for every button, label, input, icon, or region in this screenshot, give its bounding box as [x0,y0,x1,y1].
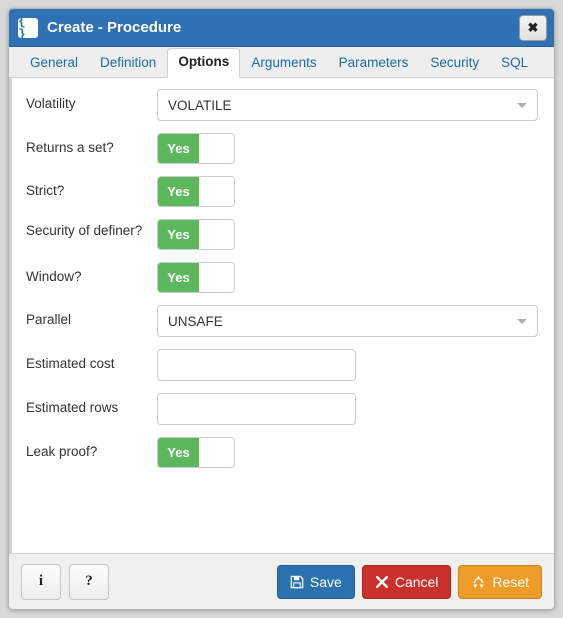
tab-label: Options [178,54,230,69]
toggle-knob [199,263,234,292]
label-returns-a-set: Returns a set? [26,140,114,155]
toggle-window[interactable]: Yes [157,262,235,293]
label-estimated-rows: Estimated rows [26,400,119,415]
form-row-volatility: Volatility VOLATILE [12,89,554,121]
tab-general[interactable]: General [19,49,89,78]
dialog-title: Create - Procedure [47,19,182,36]
info-icon: i [38,573,44,589]
footer-left-actions: i ? [21,563,109,600]
field-returns-a-set: Yes [157,133,538,164]
reset-button[interactable]: Reset [458,564,542,599]
save-button-label: Save [309,573,342,590]
form-row-estimated-cost: Estimated cost [12,349,554,381]
tab-label: SQL [501,55,529,70]
toggle-knob [199,220,234,249]
save-button[interactable]: Save [276,564,355,599]
toggle-on-label: Yes [158,438,199,467]
reset-button-label: Reset [492,573,529,590]
form-row-returns-a-set: Returns a set? Yes [12,133,554,164]
select-value: UNSAFE [168,313,223,329]
toggle-on-label: Yes [158,220,199,249]
dialog-footer: i ? Save Cancel Reset [9,553,554,609]
tab-label: Definition [100,55,157,70]
tab-arguments[interactable]: Arguments [240,49,327,78]
toggle-knob [199,438,234,467]
tab-options[interactable]: Options [167,48,241,78]
toggle-knob [199,177,234,206]
select-parallel[interactable]: UNSAFE [157,305,538,337]
tab-sql[interactable]: SQL [490,49,539,78]
label-security-of-definer: Security of definer? [26,223,143,238]
tab-label: Parameters [338,55,409,70]
toggle-on-label: Yes [158,177,199,206]
create-procedure-dialog: { } Create - Procedure ✖ General Definiti… [8,8,555,610]
toggle-knob [199,134,234,163]
cancel-button-label: Cancel [394,573,439,590]
tab-label: Security [430,55,480,70]
select-value: VOLATILE [168,97,232,113]
dialog-tabbar: General Definition Options Arguments Paramet… [9,47,554,78]
tab-parameters[interactable]: Parameters [328,49,420,78]
field-estimated-rows [157,393,538,425]
cancel-button[interactable]: Cancel [361,564,452,599]
toggle-returns-a-set[interactable]: Yes [157,133,235,164]
info-button[interactable]: i [21,563,61,600]
field-strict: Yes [157,176,538,207]
toggle-on-label: Yes [158,134,199,163]
form-row-window: Window? Yes [12,262,554,293]
field-parallel: UNSAFE [157,305,538,337]
toggle-security-of-definer[interactable]: Yes [157,219,235,250]
close-button[interactable]: ✖ [519,14,547,41]
toggle-on-label: Yes [158,263,199,292]
label-parallel: Parallel [26,312,72,327]
form-row-parallel: Parallel UNSAFE [12,305,554,337]
braces-icon: { } [18,15,38,41]
tab-definition[interactable]: Definition [89,49,167,78]
field-volatility: VOLATILE [157,89,538,121]
help-icon: ? [85,573,93,589]
label-strict: Strict? [26,183,65,198]
field-leak-proof: Yes [157,437,538,468]
label-window: Window? [26,269,82,284]
form-row-security-of-definer: Security of definer? Yes [12,219,554,250]
recycle-icon [473,575,485,589]
label-leak-proof: Leak proof? [26,444,98,459]
close-icon: ✖ [527,20,539,35]
input-estimated-cost[interactable] [157,349,356,381]
tab-label: Arguments [251,55,317,70]
footer-right-actions: Save Cancel Reset [276,564,542,599]
form-row-estimated-rows: Estimated rows [12,393,554,425]
tab-label: General [30,55,79,70]
chevron-down-icon [517,102,527,108]
toggle-strict[interactable]: Yes [157,176,235,207]
label-volatility: Volatility [26,96,76,111]
floppy-disk-icon [290,575,304,588]
chevron-down-icon [517,318,527,324]
toggle-leak-proof[interactable]: Yes [157,437,235,468]
form-row-leak-proof: Leak proof? Yes [12,437,554,468]
select-volatility[interactable]: VOLATILE [157,89,538,121]
dialog-titlebar: { } Create - Procedure ✖ [9,9,554,47]
input-estimated-rows[interactable] [157,393,356,425]
field-window: Yes [157,262,538,293]
form-row-strict: Strict? Yes [12,176,554,207]
field-estimated-cost [157,349,538,381]
tab-security[interactable]: Security [419,49,490,78]
label-estimated-cost: Estimated cost [26,356,115,371]
options-tab-panel: Volatility VOLATILE Returns a set? Yes Stric… [9,78,554,553]
field-security-of-definer: Yes [157,219,538,250]
help-button[interactable]: ? [69,563,109,600]
close-x-icon [375,575,388,588]
